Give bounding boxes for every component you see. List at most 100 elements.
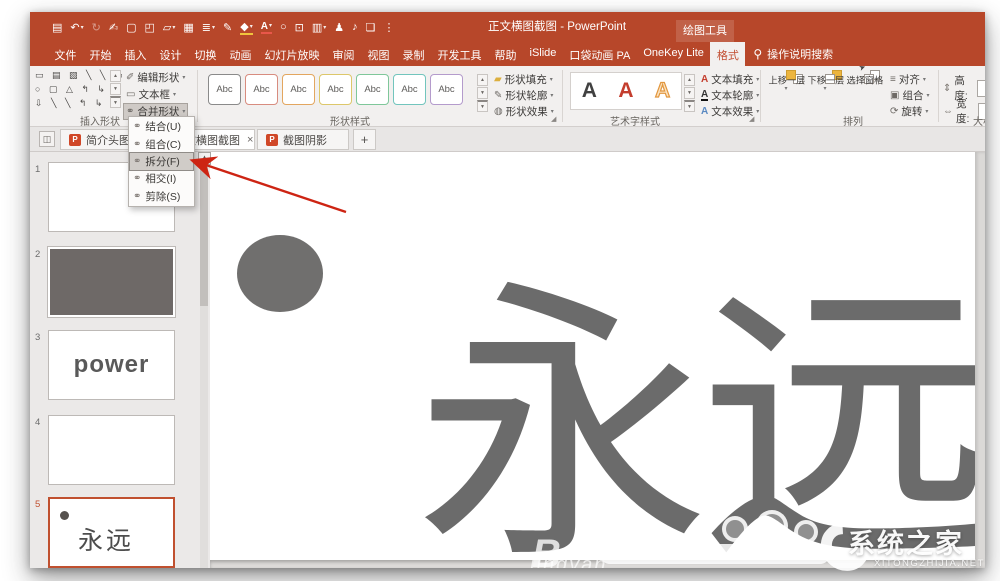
shape-outline-button[interactable]: ✎ 形状轮廓▾ <box>492 88 555 103</box>
edit-shape-button[interactable]: ✐ 编辑形状▾ <box>124 70 187 85</box>
table-icon[interactable]: ▦ <box>183 21 193 34</box>
close-tab-icon[interactable]: × <box>247 134 253 146</box>
tab-design[interactable]: 设计 <box>153 42 188 66</box>
slide-thumbnail-4[interactable] <box>48 415 175 485</box>
ribbon-tab-row: 文件 开始 插入 设计 切换 动画 幻灯片放映 审阅 视图 录制 开发工具 帮助… <box>30 42 985 66</box>
tab-record[interactable]: 录制 <box>396 42 431 66</box>
menu-item-intersect[interactable]: ⚭ 相交(I) <box>130 170 193 187</box>
tab-format[interactable]: 格式 <box>710 42 745 66</box>
tellme-search[interactable]: ⚲ 操作说明搜索 <box>745 42 841 66</box>
tab-transitions[interactable]: 切换 <box>188 42 223 66</box>
height-input[interactable] <box>977 80 985 97</box>
sound-icon[interactable]: ♪ <box>352 21 358 33</box>
shape-effects-icon: ◍ <box>494 106 503 117</box>
width-icon: ⇔ <box>943 106 953 117</box>
shape-style-4[interactable]: Abc <box>319 74 352 105</box>
new-file-icon[interactable]: ▢ <box>126 21 136 34</box>
tab-onekey[interactable]: OneKey Lite <box>637 42 711 66</box>
gallery-down-icon[interactable]: ▼ <box>110 83 121 95</box>
shape-style-6[interactable]: Abc <box>393 74 426 105</box>
menu-item-fragment[interactable]: ⚭ 拆分(F) <box>130 153 193 170</box>
shape-style-7[interactable]: Abc <box>430 74 463 105</box>
tab-file[interactable]: 文件 <box>48 42 83 66</box>
intersect-icon: ⚭ <box>133 173 141 184</box>
shape-gallery-row-3[interactable]: ⇩ ╲ ╲ ↰ ↳ ⌐ <box>35 98 119 109</box>
menu-item-subtract[interactable]: ⚭ 剪除(S) <box>130 188 193 205</box>
slide-number: 3 <box>35 332 40 343</box>
pen-icon[interactable]: ✎ <box>223 21 232 34</box>
print-preview-icon[interactable]: ◰ <box>144 21 154 34</box>
paragraph-icon[interactable]: ≣▾ <box>202 21 215 34</box>
text-fill-icon: A <box>701 74 708 85</box>
open-folder-icon[interactable]: ▱▾ <box>163 21 175 34</box>
text-effects-icon: A <box>701 106 708 117</box>
text-fill-button[interactable]: A 文本填充▾ <box>699 72 761 87</box>
shape-outline-pencil-icon: ✎ <box>494 90 502 101</box>
shape-style-3[interactable]: Abc <box>282 74 315 105</box>
draw-mode-icon[interactable]: ✍ <box>109 21 118 34</box>
screenshot-icon[interactable]: ⊡ <box>295 21 304 34</box>
shape-fill-bucket-icon: ▰ <box>494 74 502 85</box>
group-button[interactable]: ▣ 组合▾ <box>888 88 931 103</box>
doc-tab-shadow[interactable]: P 截图阴影 <box>257 129 349 150</box>
wordart-gallery[interactable]: A A A <box>570 72 682 110</box>
slide-canvas[interactable]: 永远 B jingyan <box>210 152 975 568</box>
redo-icon[interactable]: ↻ <box>92 21 101 34</box>
tab-list-icon[interactable]: ◫ <box>39 131 55 147</box>
tab-pocket-animation[interactable]: 口袋动画 PA <box>563 42 637 66</box>
shape-gallery-scroll: ▲ ▼ ▼ <box>110 70 121 109</box>
tab-review[interactable]: 审阅 <box>326 42 361 66</box>
slide-number: 1 <box>35 164 40 175</box>
send-backward-button[interactable]: 下移一层 ▾ <box>806 70 844 117</box>
text-outline-button[interactable]: A 文本轮廓▾ <box>699 88 761 103</box>
panel-scrollbar-thumb[interactable] <box>200 166 208 306</box>
text-box-button[interactable]: ▭ 文本框▾ <box>124 87 178 102</box>
gallery-up-icon[interactable]: ▲ <box>110 70 121 82</box>
shape-styles-dialog-launcher[interactable]: ◢ <box>551 115 556 123</box>
undo-icon[interactable]: ↶▾ <box>70 21 83 34</box>
menu-item-union[interactable]: ⚭ 结合(U) <box>130 118 193 135</box>
text-outline-icon: A <box>701 90 708 101</box>
slide-thumbnail-3[interactable]: power <box>48 330 175 400</box>
bring-forward-button[interactable]: 上移一层 ▾ <box>767 70 805 117</box>
tab-help[interactable]: 帮助 <box>488 42 523 66</box>
new-tab-button[interactable]: + <box>353 129 376 150</box>
selection-pane-button[interactable]: ➤ 选择窗格 <box>845 70 883 117</box>
slide-thumbnail-2[interactable] <box>48 247 175 317</box>
layers-icon[interactable]: ❏ <box>366 21 376 34</box>
tab-islide[interactable]: iSlide <box>523 42 563 66</box>
ppt-file-icon: P <box>69 134 81 146</box>
shape-style-1[interactable]: Abc <box>208 74 241 105</box>
tab-developer[interactable]: 开发工具 <box>431 42 488 66</box>
tab-home[interactable]: 开始 <box>83 42 118 66</box>
shape-style-5[interactable]: Abc <box>356 74 389 105</box>
window-title: 正文横图截图 - PowerPoint <box>488 12 626 42</box>
ellipse-shape[interactable] <box>237 235 323 312</box>
customize-toolbar-icon[interactable]: ⋮ <box>384 21 395 34</box>
shape-effects-button[interactable]: ◍ 形状效果▾ <box>492 104 556 119</box>
font-color-icon[interactable]: A▾ <box>261 21 272 34</box>
height-icon: ⇕ <box>943 83 951 94</box>
shape-fill-button[interactable]: ▰ 形状填充▾ <box>492 72 555 87</box>
save-icon[interactable]: ▤ <box>52 21 62 34</box>
tab-slideshow[interactable]: 幻灯片放映 <box>258 42 326 66</box>
slide-thumbnail-5-selected[interactable]: 永远 <box>48 497 175 568</box>
wordart-dialog-launcher[interactable]: ◢ <box>749 115 754 123</box>
panel-scrollbar[interactable] <box>200 152 208 568</box>
shape-style-2[interactable]: Abc <box>245 74 278 105</box>
group-label-size: 大小 <box>958 113 985 128</box>
tab-animations[interactable]: 动画 <box>223 42 258 66</box>
align-button[interactable]: ≡ 对齐▾ <box>888 72 928 87</box>
columns-icon[interactable]: ▥▾ <box>312 21 326 34</box>
group-icon: ▣ <box>890 90 899 101</box>
menu-item-combine[interactable]: ⚭ 组合(C) <box>130 135 193 152</box>
gallery-more-icon[interactable]: ▼ <box>110 96 121 108</box>
oval-icon[interactable]: ○ <box>280 21 287 33</box>
canvas-big-text[interactable]: 永远 <box>415 280 975 568</box>
tab-view[interactable]: 视图 <box>361 42 396 66</box>
tellme-icon: ⚲ <box>753 47 762 61</box>
tab-insert[interactable]: 插入 <box>118 42 153 66</box>
panel-scroll-up-button[interactable]: ▲ <box>198 152 211 165</box>
shape-fill-icon[interactable]: ◆▾ <box>240 20 252 35</box>
share-person-icon[interactable]: ♟ <box>334 21 344 34</box>
